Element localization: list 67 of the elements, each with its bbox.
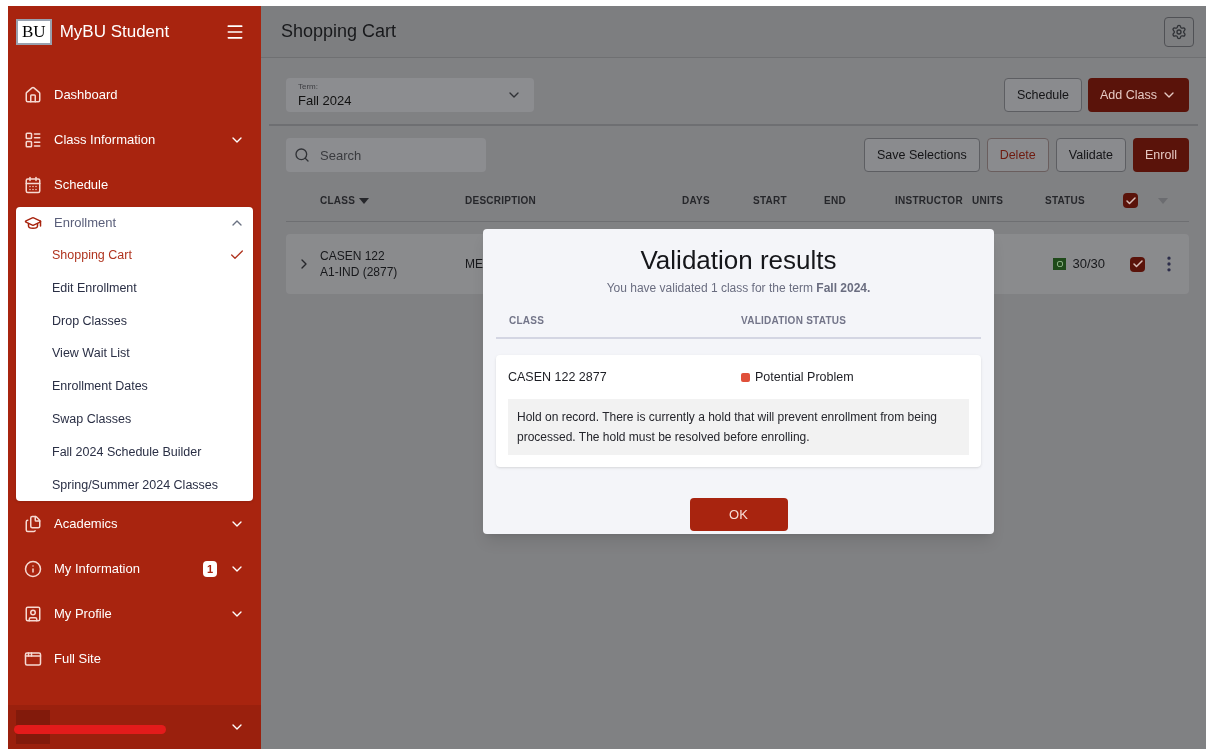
graduation-cap-icon — [24, 214, 42, 232]
class-code: CASEN 122 — [320, 248, 386, 264]
enroll-button[interactable]: Enroll — [1133, 138, 1189, 172]
notification-badge: 1 — [202, 560, 217, 578]
result-message: Hold on record. There is currently a hold that will prevent enrollment from being processed. The hold must be resolved before enrolling. — [508, 399, 969, 455]
app-title: MyBU Student — [59, 21, 171, 44]
submenu-item[interactable]: Enrollment Dates — [16, 370, 253, 403]
sidebar-item[interactable]: My Profile — [8, 591, 261, 637]
settings-icon — [1171, 23, 1187, 40]
sidebar-item[interactable]: Class Information — [8, 117, 261, 162]
schedule-button[interactable]: Schedule — [1003, 78, 1082, 112]
sidebar-item[interactable]: Full Site — [8, 636, 261, 682]
column-header: INSTRUCTOR — [895, 194, 963, 208]
calendar-icon — [24, 175, 42, 194]
column-header: DESCRIPTION — [465, 194, 537, 208]
term-value: Fall 2024 — [298, 94, 353, 107]
column-header: START — [753, 194, 787, 208]
row-checkbox[interactable] — [1130, 256, 1145, 272]
home-icon — [24, 85, 42, 104]
submenu-item[interactable]: Spring/Summer 2024 Classes — [16, 468, 253, 502]
sort-caret-icon — [359, 197, 370, 204]
validate-button[interactable]: Validate — [1055, 138, 1127, 172]
submenu-item[interactable]: Swap Classes — [16, 403, 253, 436]
term-label: Term: — [298, 83, 319, 91]
documents-icon — [24, 514, 42, 533]
status-badge: O — [1053, 258, 1067, 270]
submenu-item[interactable]: Shopping Cart — [16, 239, 253, 272]
submenu-item[interactable]: Drop Classes — [16, 304, 253, 338]
sidebar-item[interactable]: My Information 1 — [8, 546, 261, 592]
column-header: UNITS — [972, 194, 1004, 208]
sidebar-item[interactable]: Enrollment — [16, 207, 253, 239]
column-header: STATUS — [1045, 194, 1085, 208]
column-header: END — [824, 194, 846, 208]
class-section: A1-IND (2877) — [320, 264, 465, 280]
submenu-item[interactable]: Edit Enrollment — [16, 271, 253, 305]
logo: BU — [16, 19, 52, 45]
term-dropdown[interactable]: Term: Fall 2024 — [286, 78, 534, 112]
column-header: CLASS — [508, 313, 546, 328]
select-all-checkbox[interactable] — [1123, 193, 1138, 208]
column-header: VALIDATION STATUS — [741, 313, 847, 328]
validation-status: Potential Problem — [755, 368, 854, 386]
submenu-item[interactable]: Fall 2024 Schedule Builder — [16, 435, 253, 469]
settings-button[interactable] — [1164, 16, 1194, 47]
ok-button[interactable]: OK — [689, 498, 788, 531]
window-icon — [24, 649, 42, 668]
save-selections-button[interactable]: Save Selections — [864, 138, 980, 172]
page-title: Shopping Cart — [281, 20, 398, 43]
list-icon — [24, 130, 42, 149]
sidebar-item[interactable]: Schedule — [8, 162, 261, 207]
dialog-summary: You have validated 1 class for the term Fall 2024. — [605, 280, 872, 297]
result-class: CASEN 122 2877 — [508, 368, 608, 386]
add-class-button[interactable]: Add Class — [1088, 78, 1189, 112]
column-header: DAYS — [682, 194, 710, 208]
profile-icon — [24, 604, 42, 623]
check-icon — [1124, 194, 1137, 207]
submenu-item[interactable]: View Wait List — [16, 337, 253, 371]
sidebar-item[interactable]: Dashboard — [8, 72, 261, 117]
column-header[interactable]: CLASS — [320, 193, 356, 208]
class-description: ME — [465, 256, 483, 273]
sidebar-item[interactable]: Academics — [8, 501, 261, 547]
seat-count: 30/30 — [1072, 255, 1105, 274]
info-icon — [24, 559, 42, 578]
search-field[interactable]: Search — [286, 138, 486, 172]
search-icon — [294, 147, 310, 163]
dialog-title: Validation results — [639, 244, 838, 277]
menu-icon[interactable] — [225, 22, 245, 42]
check-icon — [1131, 258, 1144, 270]
